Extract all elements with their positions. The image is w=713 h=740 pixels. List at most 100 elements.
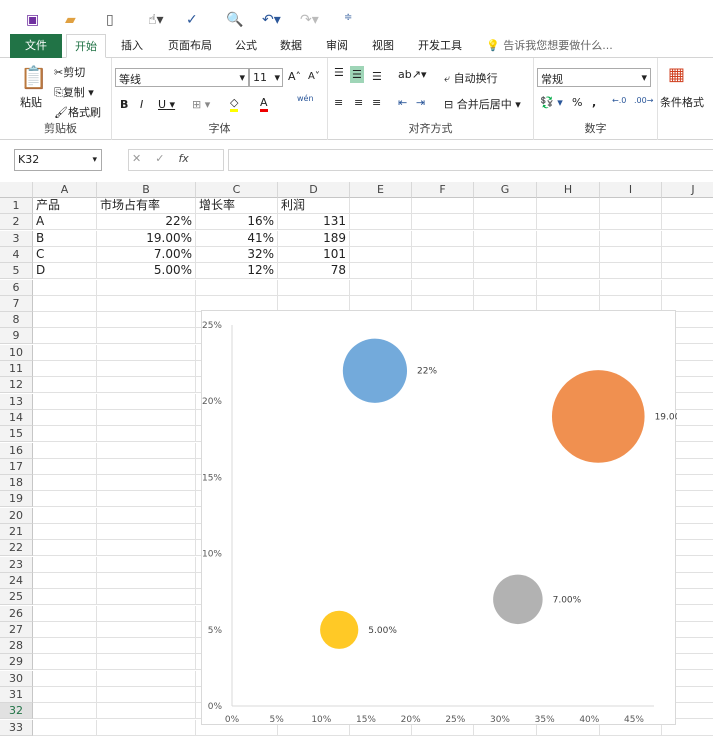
tab-view[interactable]: 视图 [364,34,402,58]
cell[interactable]: 41% [196,230,278,247]
decrease-indent-icon[interactable]: ⇤ [398,96,407,109]
cell[interactable] [600,246,662,263]
paste-button[interactable]: 粘贴 [20,94,42,110]
row-header-30[interactable]: 30 [0,670,33,687]
tell-me-search[interactable]: 💡 告诉我您想要做什么... [478,34,621,58]
cell[interactable]: D [33,263,97,280]
cell[interactable] [33,654,97,671]
cell[interactable] [33,589,97,606]
cell[interactable]: 22% [97,214,196,231]
row-header-14[interactable]: 14 [0,409,33,426]
cell[interactable] [97,328,196,345]
cell[interactable]: 7.00% [97,246,196,263]
cell[interactable] [537,263,600,280]
cell[interactable] [33,507,97,524]
cell[interactable] [33,524,97,540]
cell[interactable] [412,279,474,296]
redo-icon[interactable]: ↷▾ [300,12,319,28]
row-header-4[interactable]: 4 [0,246,33,263]
underline-button[interactable]: U ▾ [158,98,175,111]
cell[interactable] [600,263,662,280]
row-header-6[interactable]: 6 [0,279,33,296]
row-header-9[interactable]: 9 [0,328,33,345]
row-header-15[interactable]: 15 [0,426,33,443]
row-header-19[interactable]: 19 [0,491,33,508]
tab-review[interactable]: 审阅 [318,34,356,58]
cell[interactable] [537,198,600,214]
tab-insert[interactable]: 插入 [113,34,151,58]
cell[interactable] [97,295,196,312]
cell[interactable] [97,638,196,655]
cell[interactable] [662,231,713,247]
row-header-17[interactable]: 17 [0,458,33,475]
row-header-10[interactable]: 10 [0,344,33,361]
cell[interactable]: 101 [278,246,350,263]
cell[interactable] [350,198,412,214]
row-header-31[interactable]: 31 [0,687,33,703]
row-header-27[interactable]: 27 [0,621,33,638]
row-header-33[interactable]: 33 [0,719,33,736]
cell[interactable]: 78 [278,263,350,280]
cell[interactable]: C [33,246,97,263]
cell[interactable]: 131 [278,214,350,231]
cell[interactable] [662,214,713,231]
cell[interactable] [350,263,412,280]
cell[interactable] [33,361,97,377]
cancel-icon[interactable]: ✕ [132,152,141,165]
open-folder-icon[interactable]: ▰ [65,12,76,28]
formula-input[interactable] [228,149,713,171]
customize-toolbar-icon[interactable]: ≑ [344,12,352,23]
cell[interactable] [412,198,474,214]
print-preview-icon[interactable]: 🔍 [226,12,243,28]
column-header-A[interactable]: A [33,182,97,198]
column-header-F[interactable]: F [412,182,474,198]
row-header-21[interactable]: 21 [0,524,33,540]
cell[interactable] [33,409,97,426]
cut-button[interactable]: ✂剪切 [54,64,85,80]
cell[interactable]: 5.00% [97,263,196,280]
column-header-D[interactable]: D [278,182,350,198]
row-header-29[interactable]: 29 [0,654,33,671]
cell[interactable] [33,556,97,573]
function-icon[interactable]: fx [178,152,188,165]
tab-page-layout[interactable]: 页面布局 [160,34,220,58]
row-header-18[interactable]: 18 [0,475,33,492]
cell[interactable] [662,263,713,280]
cell[interactable] [33,572,97,589]
cell[interactable] [97,540,196,557]
cell[interactable] [33,687,97,703]
spellcheck-icon[interactable]: ✓ [186,12,198,28]
row-header-2[interactable]: 2 [0,214,33,231]
row-header-16[interactable]: 16 [0,442,33,459]
cell[interactable] [33,377,97,394]
align-center-icon[interactable]: ≡ [354,96,363,109]
cell[interactable] [97,491,196,508]
cell[interactable] [600,198,662,214]
cell[interactable] [97,621,196,638]
row-header-32[interactable]: 32 [0,703,33,720]
cell[interactable] [97,361,196,377]
cell[interactable] [33,393,97,410]
cell[interactable] [97,507,196,524]
bubble-chart[interactable]: 0% 5% 10% 15% 20% 25% 0% 5% 10% 15% 20% 25% 30% 35% 40… [201,310,689,725]
top-align-icon[interactable]: ☰ [334,66,344,79]
wrap-text-button[interactable]: ⤶ 自动换行 [444,70,498,86]
row-header-22[interactable]: 22 [0,540,33,557]
cell[interactable] [537,230,600,247]
tab-developer[interactable]: 开发工具 [410,34,470,58]
column-header-H[interactable]: H [537,182,600,198]
bold-button[interactable]: B [120,98,128,111]
font-size-select[interactable]: 11 ▾ [249,68,283,87]
cell[interactable] [33,442,97,459]
cell[interactable] [97,475,196,492]
cell[interactable] [662,247,713,263]
cell[interactable]: 利润 [278,198,350,214]
cell[interactable] [97,426,196,443]
cell[interactable] [33,312,97,329]
cell[interactable] [350,214,412,231]
column-header-E[interactable]: E [350,182,412,198]
conditional-format-button[interactable]: 条件格式 [660,94,704,110]
cell[interactable] [97,670,196,687]
column-header-J[interactable]: J [662,182,713,198]
cell[interactable] [662,280,713,296]
